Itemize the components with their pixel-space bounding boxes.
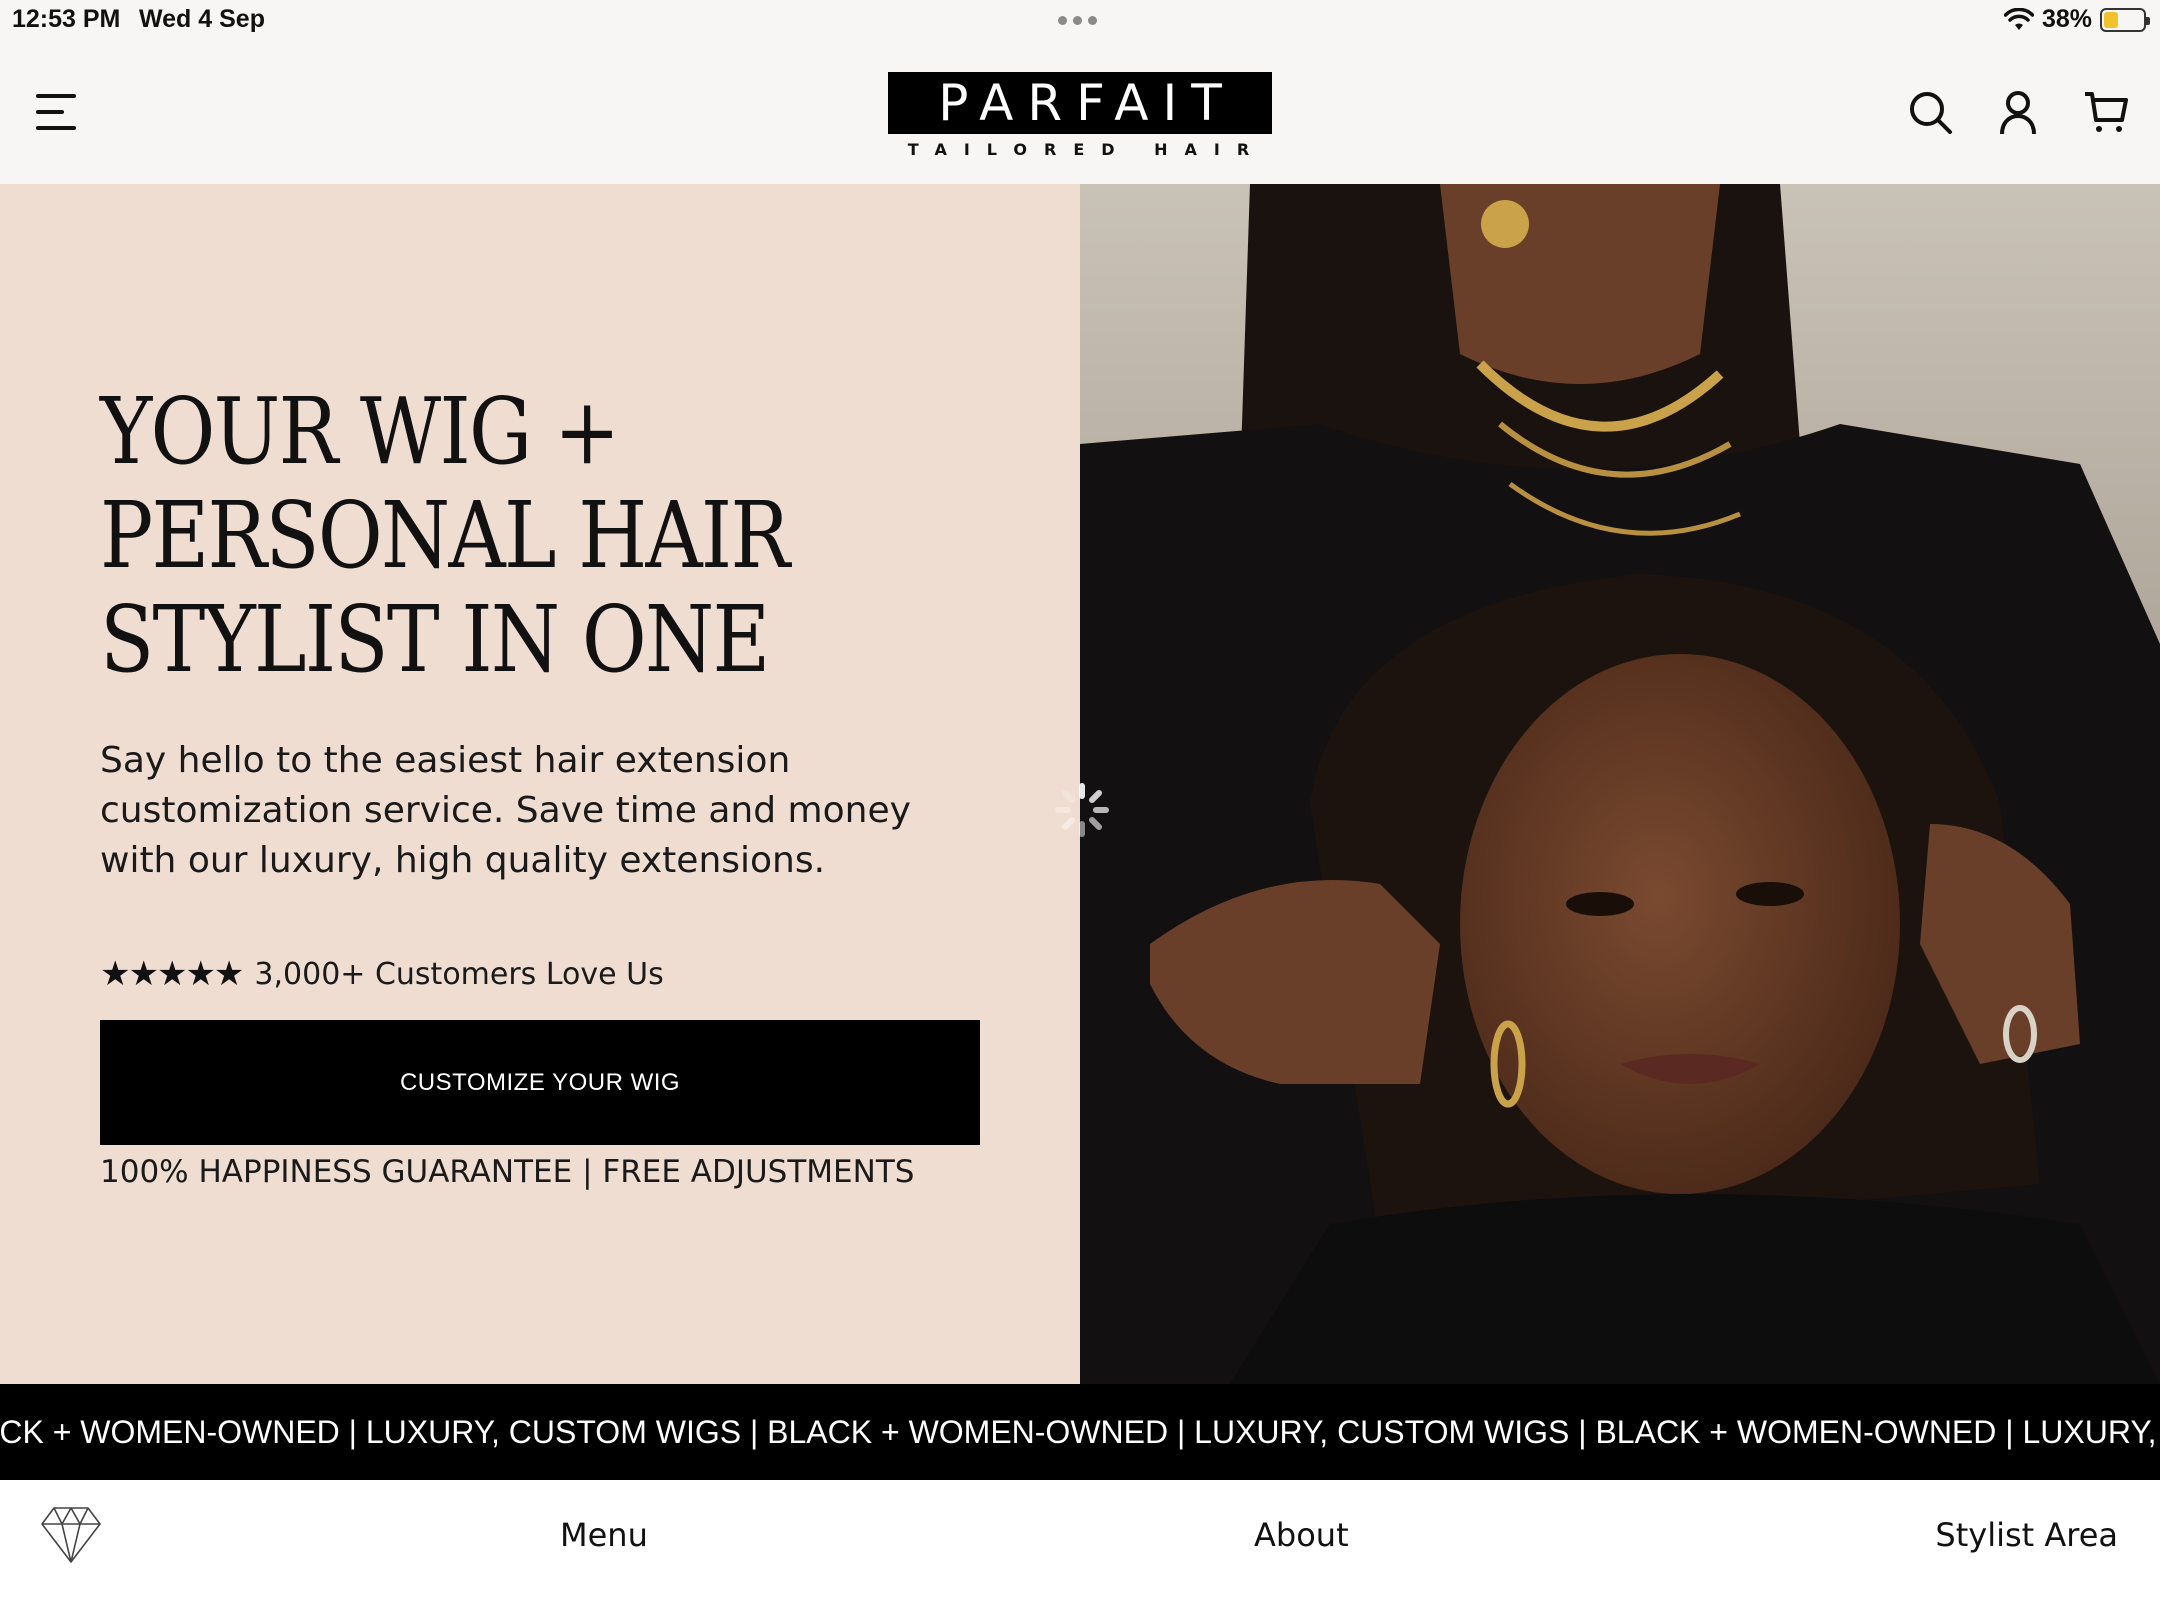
nav-stylist-area-link[interactable]: Stylist Area (1935, 1516, 2118, 1554)
cart-icon[interactable] (2082, 88, 2130, 136)
nav-menu-link[interactable]: Menu (560, 1516, 648, 1554)
battery-icon (2100, 7, 2150, 32)
status-time: 12:53 PM (12, 5, 121, 33)
stylist-client-photo (1080, 184, 2160, 1384)
loading-spinner-icon (1055, 783, 1109, 837)
multitasking-dots-icon[interactable] (1058, 16, 1097, 25)
battery-percent: 38% (2041, 5, 2092, 33)
hero-title: YOUR WIG + PERSONAL HAIR STYLIST IN ONE (100, 378, 790, 693)
logo-tagline: TAILORED HAIR (907, 140, 1267, 159)
announcement-marquee: ACK + WOMEN-OWNED | LUXURY, CUSTOM WIGS … (0, 1384, 2160, 1480)
marquee-text: ACK + WOMEN-OWNED | LUXURY, CUSTOM WIGS … (0, 1414, 2160, 1450)
account-icon[interactable] (1994, 88, 2042, 136)
diamond-icon[interactable] (40, 1504, 102, 1564)
bottom-nav: Menu About Stylist Area (0, 1480, 2160, 1620)
customer-rating: ★★★★★ 3,000+ Customers Love Us (100, 954, 664, 994)
five-stars-icon: ★★★★★ (100, 954, 244, 994)
hero-text-panel: YOUR WIG + PERSONAL HAIR STYLIST IN ONE … (0, 184, 1080, 1384)
wifi-icon (2003, 7, 2034, 30)
status-date: Wed 4 Sep (139, 5, 265, 33)
hero-section: YOUR WIG + PERSONAL HAIR STYLIST IN ONE … (0, 184, 2160, 1384)
customize-wig-button[interactable]: CUSTOMIZE YOUR WIG (100, 1020, 980, 1145)
parfait-logo[interactable]: PARFAIT TAILORED HAIR (888, 72, 1272, 190)
header-actions (1906, 88, 2130, 136)
search-icon[interactable] (1906, 88, 1954, 136)
guarantee-text: 100% HAPPINESS GUARANTEE | FREE ADJUSTME… (100, 1154, 915, 1190)
logo-wordmark: PARFAIT (888, 72, 1272, 134)
site-header: PARFAIT TAILORED HAIR (0, 40, 2160, 184)
battery-level (2104, 11, 2119, 28)
menu-icon[interactable] (36, 94, 76, 130)
status-indicators: 38% (2003, 5, 2150, 34)
nav-about-link[interactable]: About (1254, 1516, 1349, 1554)
rating-text: 3,000+ Customers Love Us (254, 956, 664, 992)
status-bar: 12:53 PM Wed 4 Sep 38% (0, 0, 2160, 40)
hero-subtitle: Say hello to the easiest hair extension … (100, 740, 911, 881)
hero-photo (1080, 184, 2160, 1384)
